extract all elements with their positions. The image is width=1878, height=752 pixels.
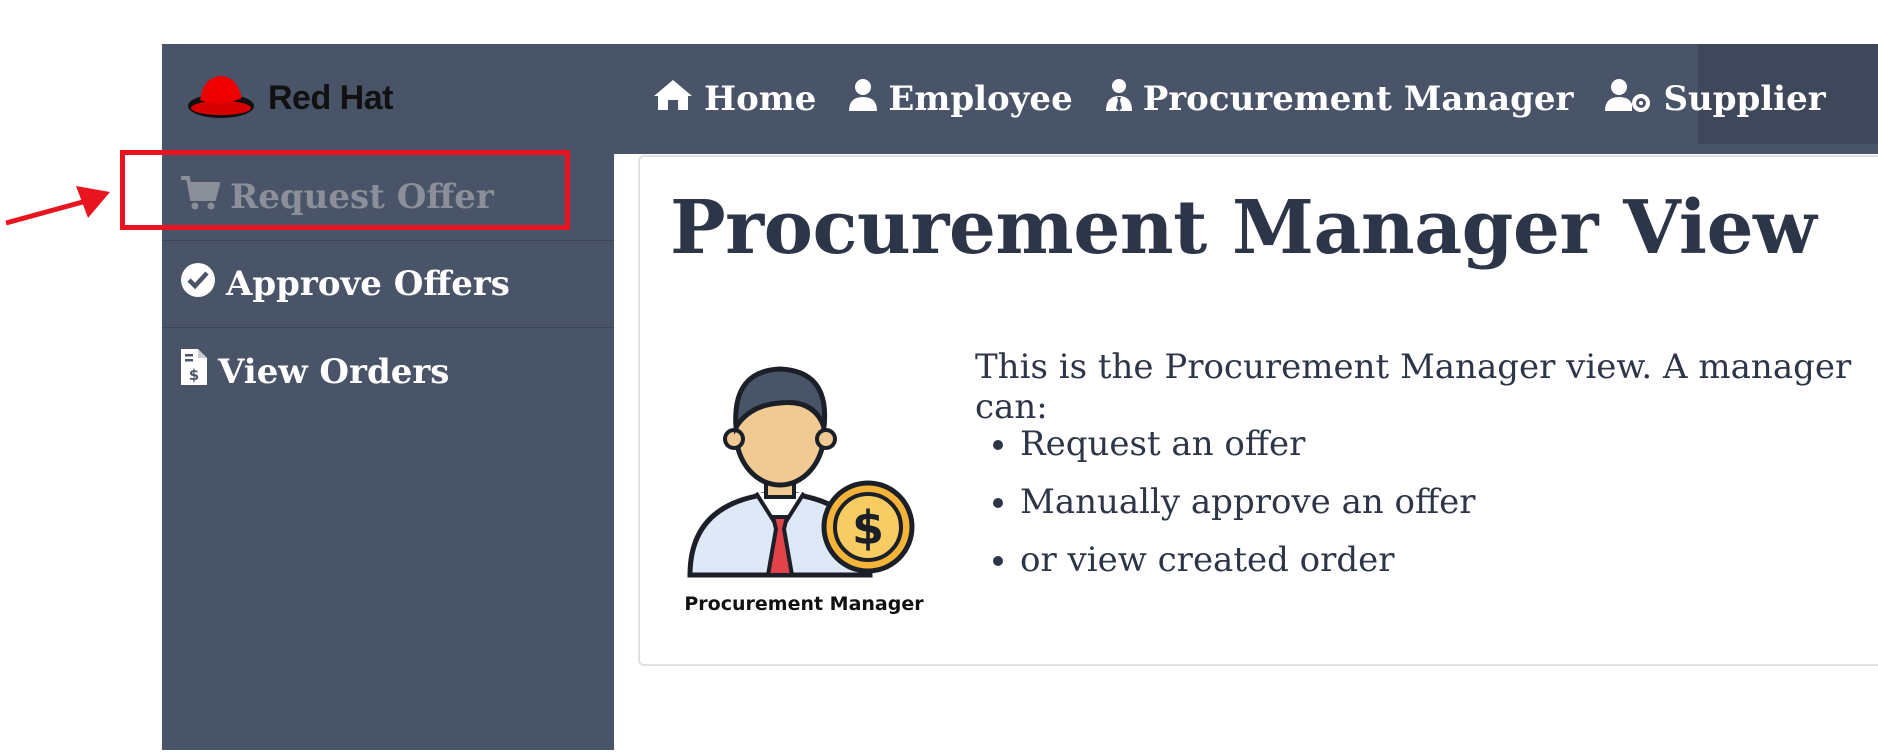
nav-item-employee[interactable]: Employee [848,78,1073,121]
nav-item-label: Procurement Manager [1142,79,1574,119]
sidebar-item-label: View Orders [218,351,450,392]
content-card: Procurement Manager View $ Procurement M… [638,155,1878,666]
sidebar-item-label: Approve Offers [226,264,510,304]
shopping-cart-icon [180,175,230,220]
brand-name: Red Hat [268,78,393,117]
intro-text: This is the Procurement Manager view. A … [975,347,1852,427]
nav-item-label: Home [704,79,817,119]
user-tie-icon [1105,78,1143,121]
nav-item-label: Employee [888,79,1073,119]
list-item: or view created order [1020,535,1476,593]
nav-item-supplier[interactable]: Supplier [1605,78,1826,121]
sidebar-item-approve-offers[interactable]: Approve Offers [162,241,614,328]
annotation-arrow [0,180,120,244]
check-circle-icon [180,262,226,307]
page-title: Procurement Manager View [670,185,1817,271]
svg-text:$: $ [852,501,884,555]
main-nav: Home Employee Procurement Manager Suppli… [652,74,1858,124]
sidebar-item-request-offer[interactable]: Request Offer [162,154,614,241]
procurement-manager-illustration: $ [680,347,920,632]
list-item: Manually approve an offer [1020,477,1476,535]
nav-item-home[interactable]: Home [652,78,816,121]
file-invoice-dollar-icon: $ [180,348,218,395]
svg-text:$: $ [189,366,199,384]
capability-list: Request an offer Manually approve an off… [980,419,1476,593]
sidebar-item-label: Request Offer [230,177,494,217]
top-navbar: Red Hat Home Employee Procurement Manage… [162,44,1878,154]
nav-item-label: Supplier [1663,79,1826,119]
red-hat-fedora-icon [186,70,256,126]
nav-item-procurement-manager[interactable]: Procurement Manager [1105,78,1574,121]
user-cog-icon [1605,78,1663,121]
list-item: Request an offer [1020,419,1476,477]
home-icon [652,78,704,121]
user-icon [848,78,888,121]
illustration-caption: Procurement Manager [684,593,924,615]
sidebar: Request Offer Approve Offers $ View Orde… [162,154,614,750]
brand-logo[interactable]: Red Hat [186,68,393,128]
sidebar-item-view-orders[interactable]: $ View Orders [162,328,614,415]
